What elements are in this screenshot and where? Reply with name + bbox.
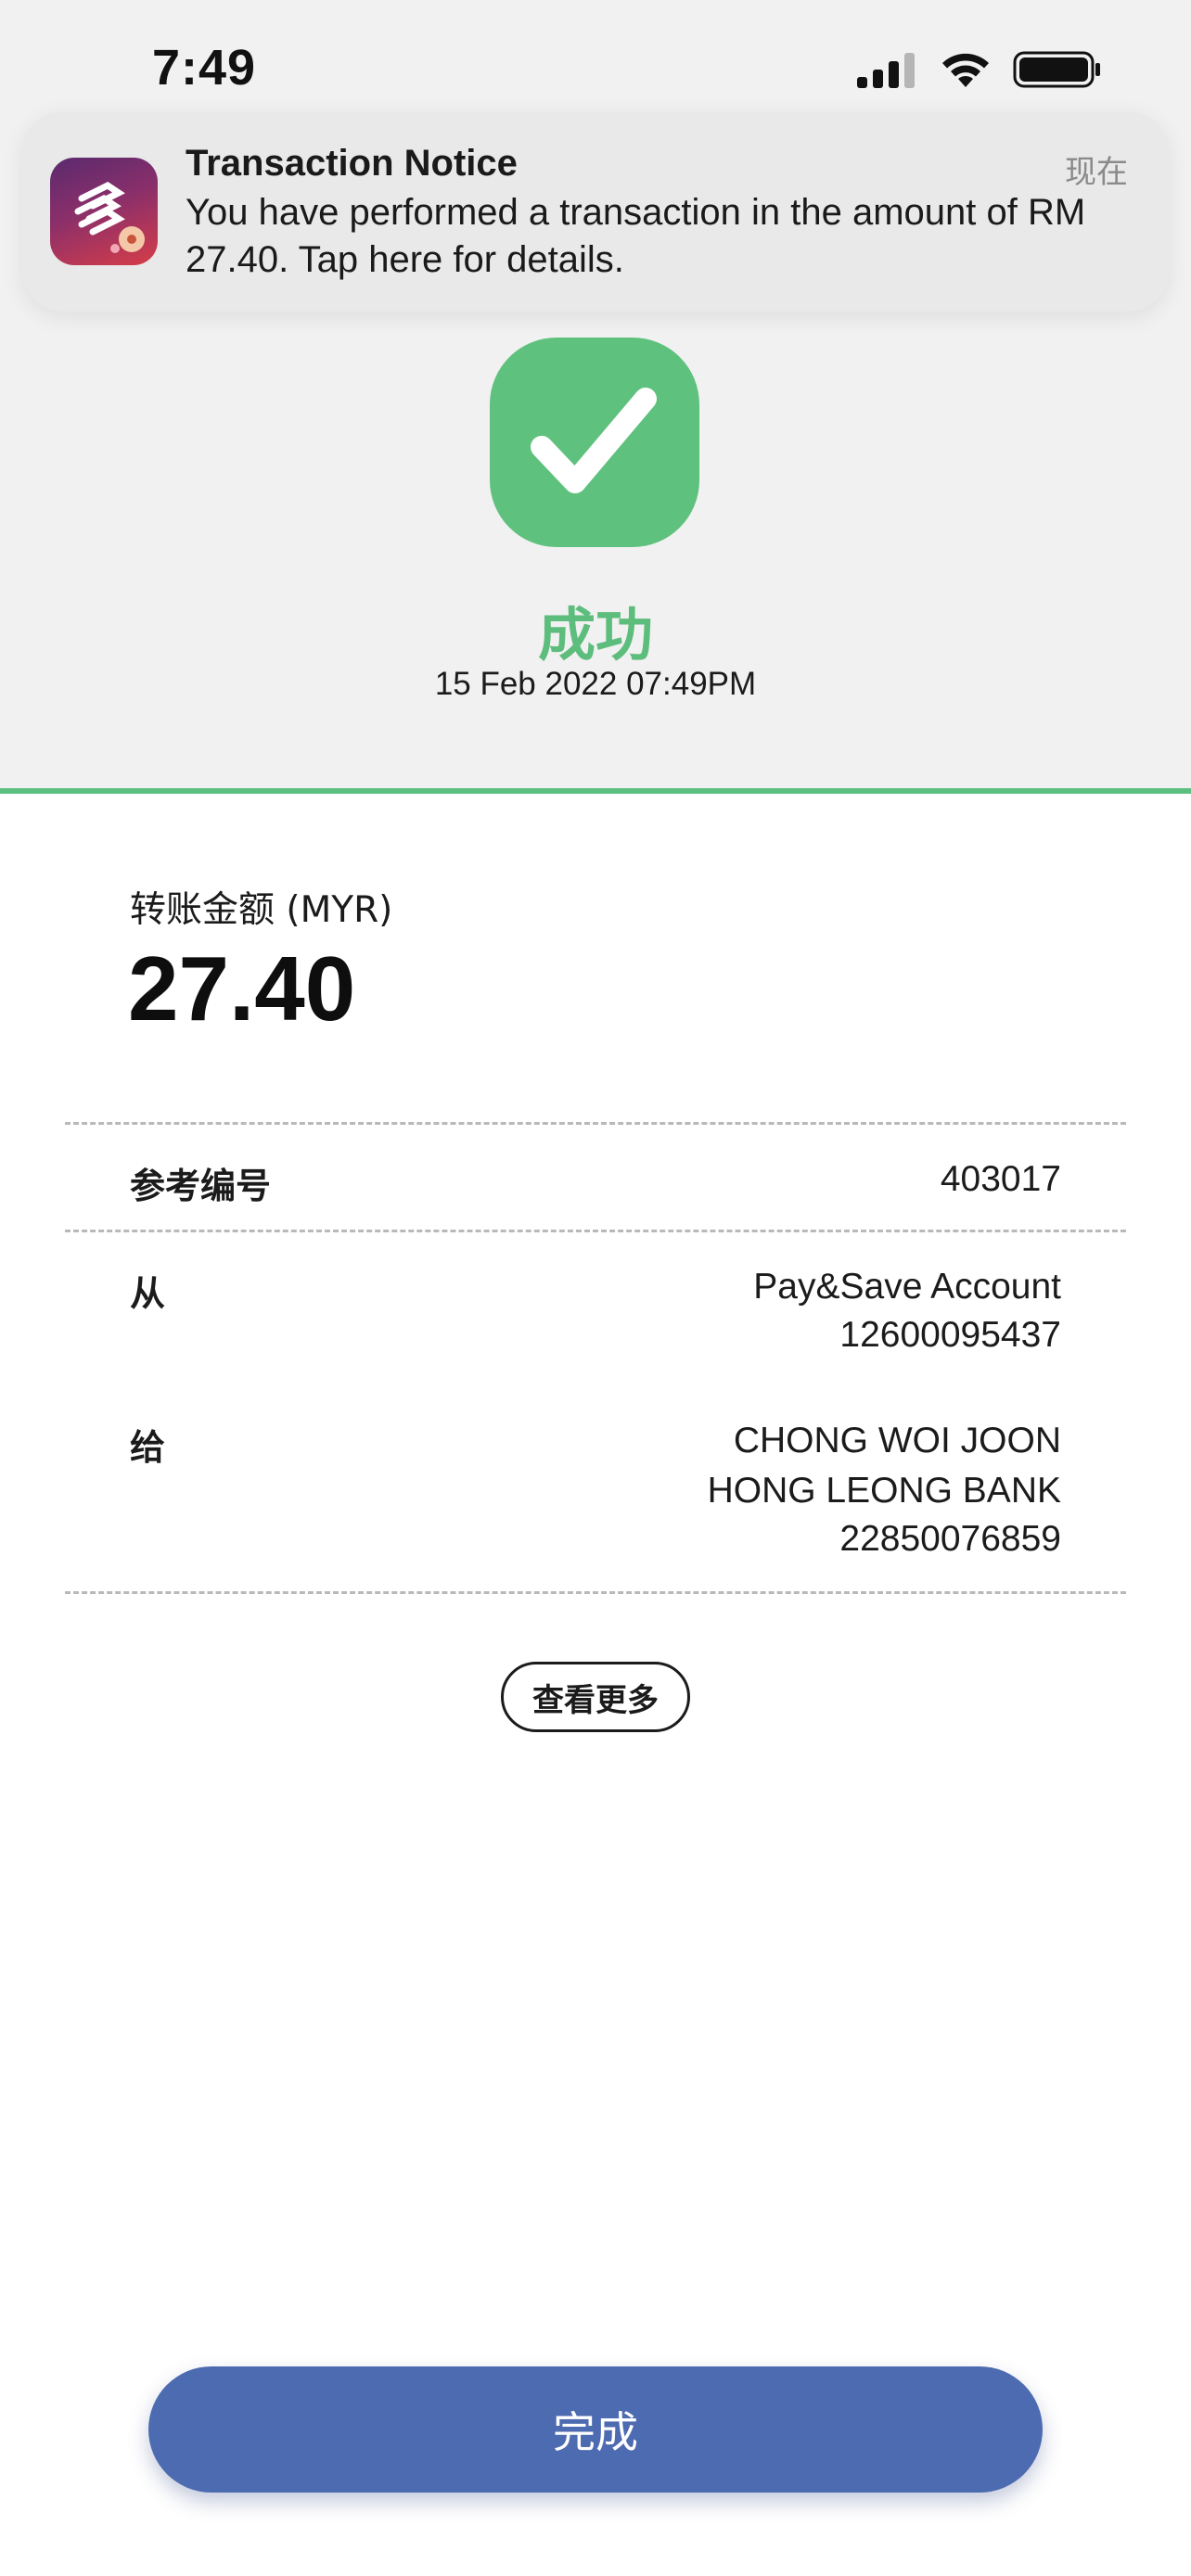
notification-body: You have performed a transaction in the … xyxy=(186,192,1086,280)
amount-value: 27.40 xyxy=(128,937,356,1039)
reference-value: 403017 xyxy=(940,1159,1061,1199)
uob-app-icon xyxy=(50,158,158,265)
notification-title: Transaction Notice xyxy=(186,143,518,184)
divider xyxy=(65,1122,1126,1125)
status-bar-icons xyxy=(857,48,1102,91)
transaction-notification[interactable]: Transaction Notice 现在 You have performed… xyxy=(22,111,1169,312)
divider xyxy=(65,1230,1126,1232)
divider xyxy=(65,1591,1126,1594)
to-recipient-name: CHONG WOI JOON xyxy=(733,1421,1061,1460)
cellular-signal-icon xyxy=(857,53,915,88)
transaction-datetime: 15 Feb 2022 07:49PM xyxy=(434,666,757,702)
view-more-button[interactable]: 查看更多 xyxy=(501,1662,690,1732)
status-bar-time: 7:49 xyxy=(152,40,257,96)
wifi-icon xyxy=(942,53,989,87)
from-account-name: Pay&Save Account xyxy=(753,1267,1061,1307)
battery-icon xyxy=(1013,51,1100,88)
reference-label: 参考编号 xyxy=(130,1166,272,1206)
checkmark-icon xyxy=(531,388,657,493)
notification-time: 现在 xyxy=(1065,154,1128,191)
to-label: 给 xyxy=(130,1427,166,1468)
from-account-number: 12600095437 xyxy=(839,1315,1061,1355)
to-account-number: 22850076859 xyxy=(839,1519,1061,1559)
amount-label: 转账金额 (MYR) xyxy=(130,889,393,931)
to-bank-name: HONG LEONG BANK xyxy=(707,1471,1061,1511)
status-label: 成功 xyxy=(537,601,653,669)
header-divider xyxy=(0,788,1191,794)
from-label: 从 xyxy=(130,1273,166,1314)
done-button[interactable]: 完成 xyxy=(148,2366,1043,2493)
success-badge xyxy=(490,338,699,547)
